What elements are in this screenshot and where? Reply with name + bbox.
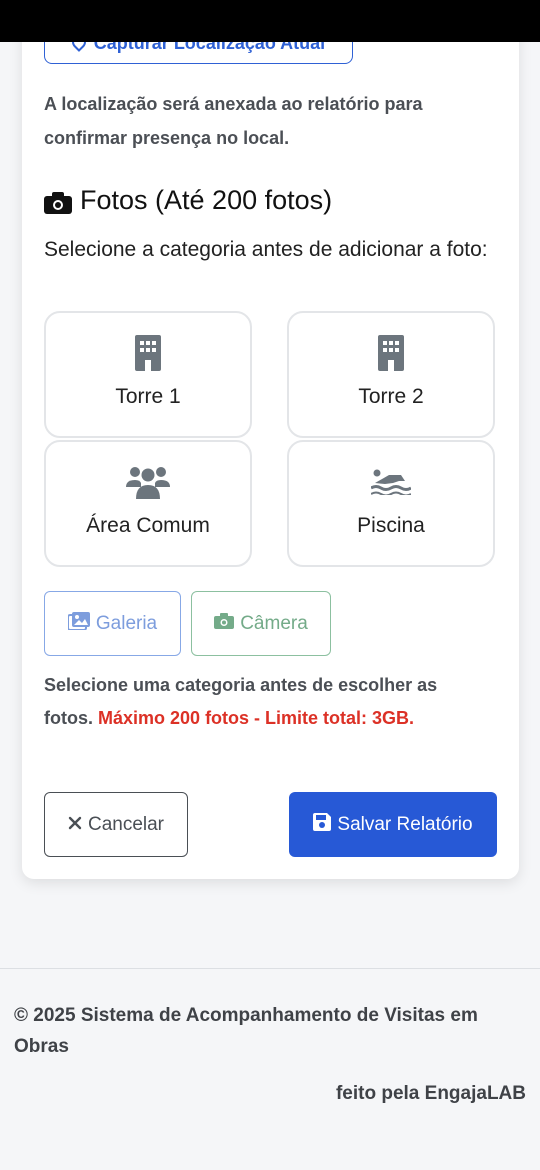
photos-section-title: Fotos (Até 200 fotos) <box>44 185 332 216</box>
floppy-disk-icon <box>313 812 332 837</box>
footer-divider <box>0 968 540 969</box>
cancel-button[interactable]: Cancelar <box>44 792 188 857</box>
camera-label: Câmera <box>240 612 308 634</box>
users-icon <box>126 462 170 502</box>
photos-title-text: Fotos (Até 200 fotos) <box>80 185 333 215</box>
cancel-label: Cancelar <box>87 813 165 835</box>
photo-note: Selecione uma categoria antes de escolhe… <box>44 669 484 735</box>
category-area-comum[interactable]: Área Comum <box>44 440 252 567</box>
building-icon <box>134 333 162 373</box>
image-icon <box>66 611 90 636</box>
camera-button[interactable]: Câmera <box>191 591 331 656</box>
category-torre-1[interactable]: Torre 1 <box>44 311 252 438</box>
category-piscina[interactable]: Piscina <box>287 440 495 567</box>
status-bar <box>0 0 540 42</box>
category-label: Área Comum <box>86 514 210 537</box>
location-note: A localização será anexada ao relatório … <box>44 94 423 148</box>
save-label: Salvar Relatório <box>337 813 473 835</box>
save-report-button[interactable]: Salvar Relatório <box>289 792 497 857</box>
close-icon <box>68 814 82 836</box>
category-label: Torre 1 <box>115 385 181 408</box>
swimmer-icon <box>371 462 411 502</box>
category-label: Torre 2 <box>358 385 424 408</box>
footer-copyright: © 2025 Sistema de Acompanhamento de Visi… <box>14 1005 478 1057</box>
footer-made-by: feito pela EngajaLAB <box>335 1083 526 1104</box>
building-icon <box>377 333 405 373</box>
camera-icon <box>44 190 72 214</box>
category-torre-2[interactable]: Torre 2 <box>287 311 495 438</box>
report-form-card: Capturar Localização Atual A localização… <box>22 0 519 879</box>
gallery-button[interactable]: Galeria <box>44 591 181 656</box>
gallery-label: Galeria <box>95 612 158 634</box>
photo-limit-warning: Máximo 200 fotos - Limite total: 3GB. <box>98 708 415 728</box>
photos-subtitle: Selecione a categoria antes de adicionar… <box>44 238 488 261</box>
camera-icon <box>214 612 235 635</box>
category-label: Piscina <box>357 514 425 537</box>
